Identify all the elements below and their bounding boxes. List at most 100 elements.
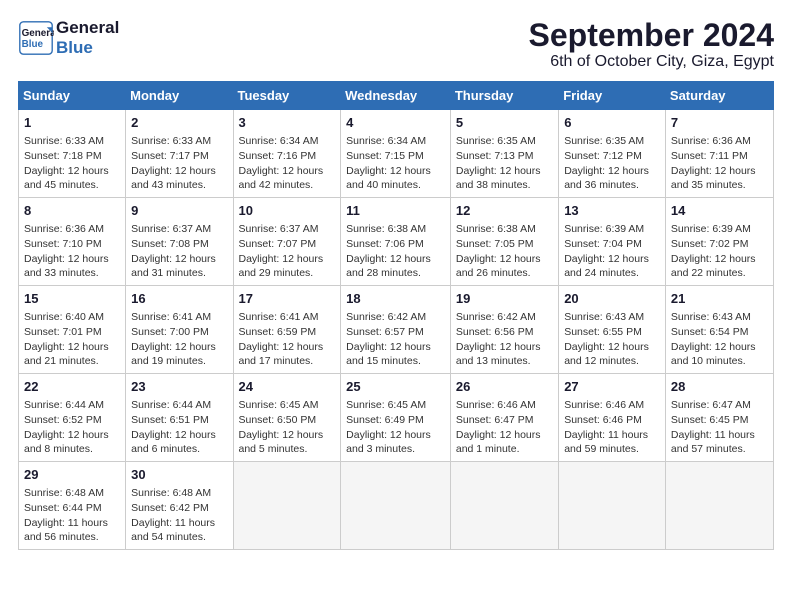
day-number: 10 [239,202,336,220]
day-info: Sunrise: 6:46 AMSunset: 6:47 PMDaylight:… [456,398,553,457]
svg-text:Blue: Blue [22,39,44,50]
day-number: 6 [564,114,660,132]
day-number: 7 [671,114,768,132]
day-number: 3 [239,114,336,132]
calendar-day-header: Friday [559,82,666,110]
day-info: Sunrise: 6:45 AMSunset: 6:49 PMDaylight:… [346,398,445,457]
day-number: 25 [346,378,445,396]
day-number: 8 [24,202,120,220]
calendar-cell: 14 Sunrise: 6:39 AMSunset: 7:02 PMDayligh… [665,198,773,286]
calendar-cell: 13 Sunrise: 6:39 AMSunset: 7:04 PMDayligh… [559,198,666,286]
day-info: Sunrise: 6:35 AMSunset: 7:13 PMDaylight:… [456,134,553,193]
logo-blue: Blue [56,38,119,58]
calendar-cell: 19 Sunrise: 6:42 AMSunset: 6:56 PMDayligh… [450,286,558,374]
calendar-cell: 24Sunrise: 6:45 AMSunset: 6:50 PMDayligh… [233,374,341,462]
day-number: 26 [456,378,553,396]
calendar-cell: 16 Sunrise: 6:41 AMSunset: 7:00 PMDayligh… [126,286,233,374]
calendar-cell: 26 Sunrise: 6:46 AMSunset: 6:47 PMDayligh… [450,374,558,462]
day-number: 14 [671,202,768,220]
calendar-day-header: Saturday [665,82,773,110]
day-info: Sunrise: 6:46 AMSunset: 6:46 PMDaylight:… [564,398,660,457]
logo: General Blue General Blue [18,18,119,57]
calendar-week-row: 29 Sunrise: 6:48 AMSunset: 6:44 PMDayligh… [19,461,774,549]
calendar-day-header: Sunday [19,82,126,110]
calendar-day-header: Thursday [450,82,558,110]
calendar-cell: 12 Sunrise: 6:38 AMSunset: 7:05 PMDayligh… [450,198,558,286]
calendar-cell: 27 Sunrise: 6:46 AMSunset: 6:46 PMDayligh… [559,374,666,462]
calendar-cell: 2 Sunrise: 6:33 AMSunset: 7:17 PMDaylight… [126,110,233,198]
calendar-cell: 3 Sunrise: 6:34 AMSunset: 7:16 PMDaylight… [233,110,341,198]
page: General Blue General Blue September 2024… [0,0,792,612]
calendar-cell: 17Sunrise: 6:41 AMSunset: 6:59 PMDayligh… [233,286,341,374]
calendar-day-header: Tuesday [233,82,341,110]
calendar-cell: 5 Sunrise: 6:35 AMSunset: 7:13 PMDaylight… [450,110,558,198]
day-number: 30 [131,466,227,484]
day-info: Sunrise: 6:39 AMSunset: 7:04 PMDaylight:… [564,222,660,281]
page-subtitle: 6th of October City, Giza, Egypt [529,53,774,71]
day-number: 9 [131,202,227,220]
day-info: Sunrise: 6:40 AMSunset: 7:01 PMDaylight:… [24,310,120,369]
logo-icon: General Blue [18,20,54,56]
day-info: Sunrise: 6:38 AMSunset: 7:05 PMDaylight:… [456,222,553,281]
day-number: 24 [239,378,336,396]
day-number: 12 [456,202,553,220]
calendar-cell: 23Sunrise: 6:44 AMSunset: 6:51 PMDayligh… [126,374,233,462]
day-number: 15 [24,290,120,308]
day-number: 2 [131,114,227,132]
calendar-cell: 18Sunrise: 6:42 AMSunset: 6:57 PMDayligh… [341,286,451,374]
day-number: 13 [564,202,660,220]
calendar-week-row: 15 Sunrise: 6:40 AMSunset: 7:01 PMDayligh… [19,286,774,374]
calendar-cell: 8Sunrise: 6:36 AMSunset: 7:10 PMDaylight… [19,198,126,286]
day-info: Sunrise: 6:33 AMSunset: 7:17 PMDaylight:… [131,134,227,193]
day-info: Sunrise: 6:39 AMSunset: 7:02 PMDaylight:… [671,222,768,281]
day-info: Sunrise: 6:47 AMSunset: 6:45 PMDaylight:… [671,398,768,457]
calendar-cell: 1Sunrise: 6:33 AMSunset: 7:18 PMDaylight… [19,110,126,198]
calendar-cell [341,461,451,549]
calendar-cell: 9 Sunrise: 6:37 AMSunset: 7:08 PMDaylight… [126,198,233,286]
calendar-cell: 4 Sunrise: 6:34 AMSunset: 7:15 PMDaylight… [341,110,451,198]
day-info: Sunrise: 6:48 AMSunset: 6:44 PMDaylight:… [24,486,120,545]
day-number: 29 [24,466,120,484]
day-number: 5 [456,114,553,132]
day-info: Sunrise: 6:37 AMSunset: 7:07 PMDaylight:… [239,222,336,281]
calendar-week-row: 22Sunrise: 6:44 AMSunset: 6:52 PMDayligh… [19,374,774,462]
day-info: Sunrise: 6:34 AMSunset: 7:15 PMDaylight:… [346,134,445,193]
calendar-cell: 7Sunrise: 6:36 AMSunset: 7:11 PMDaylight… [665,110,773,198]
calendar-cell [559,461,666,549]
calendar-cell: 25 Sunrise: 6:45 AMSunset: 6:49 PMDayligh… [341,374,451,462]
day-number: 21 [671,290,768,308]
calendar-cell: 28Sunrise: 6:47 AMSunset: 6:45 PMDayligh… [665,374,773,462]
day-info: Sunrise: 6:38 AMSunset: 7:06 PMDaylight:… [346,222,445,281]
day-number: 22 [24,378,120,396]
day-number: 19 [456,290,553,308]
calendar-cell: 21Sunrise: 6:43 AMSunset: 6:54 PMDayligh… [665,286,773,374]
calendar-cell: 22Sunrise: 6:44 AMSunset: 6:52 PMDayligh… [19,374,126,462]
day-info: Sunrise: 6:41 AMSunset: 7:00 PMDaylight:… [131,310,227,369]
calendar-header-row: SundayMondayTuesdayWednesdayThursdayFrid… [19,82,774,110]
day-info: Sunrise: 6:42 AMSunset: 6:56 PMDaylight:… [456,310,553,369]
calendar-cell: 6Sunrise: 6:35 AMSunset: 7:12 PMDaylight… [559,110,666,198]
calendar-cell: 10 Sunrise: 6:37 AMSunset: 7:07 PMDayligh… [233,198,341,286]
day-number: 23 [131,378,227,396]
day-info: Sunrise: 6:37 AMSunset: 7:08 PMDaylight:… [131,222,227,281]
calendar-cell: 11Sunrise: 6:38 AMSunset: 7:06 PMDayligh… [341,198,451,286]
svg-text:General: General [22,28,54,39]
day-number: 27 [564,378,660,396]
header: General Blue General Blue September 2024… [18,18,774,71]
day-info: Sunrise: 6:34 AMSunset: 7:16 PMDaylight:… [239,134,336,193]
day-number: 1 [24,114,120,132]
day-number: 20 [564,290,660,308]
calendar-week-row: 1Sunrise: 6:33 AMSunset: 7:18 PMDaylight… [19,110,774,198]
calendar-table: SundayMondayTuesdayWednesdayThursdayFrid… [18,81,774,550]
calendar-cell: 15 Sunrise: 6:40 AMSunset: 7:01 PMDayligh… [19,286,126,374]
day-number: 16 [131,290,227,308]
calendar-cell: 29 Sunrise: 6:48 AMSunset: 6:44 PMDayligh… [19,461,126,549]
calendar-day-header: Wednesday [341,82,451,110]
day-info: Sunrise: 6:41 AMSunset: 6:59 PMDaylight:… [239,310,336,369]
day-number: 4 [346,114,445,132]
day-info: Sunrise: 6:42 AMSunset: 6:57 PMDaylight:… [346,310,445,369]
day-info: Sunrise: 6:43 AMSunset: 6:55 PMDaylight:… [564,310,660,369]
title-block: September 2024 6th of October City, Giza… [529,18,774,71]
calendar-cell: 20 Sunrise: 6:43 AMSunset: 6:55 PMDayligh… [559,286,666,374]
logo-text: General Blue [56,18,119,57]
